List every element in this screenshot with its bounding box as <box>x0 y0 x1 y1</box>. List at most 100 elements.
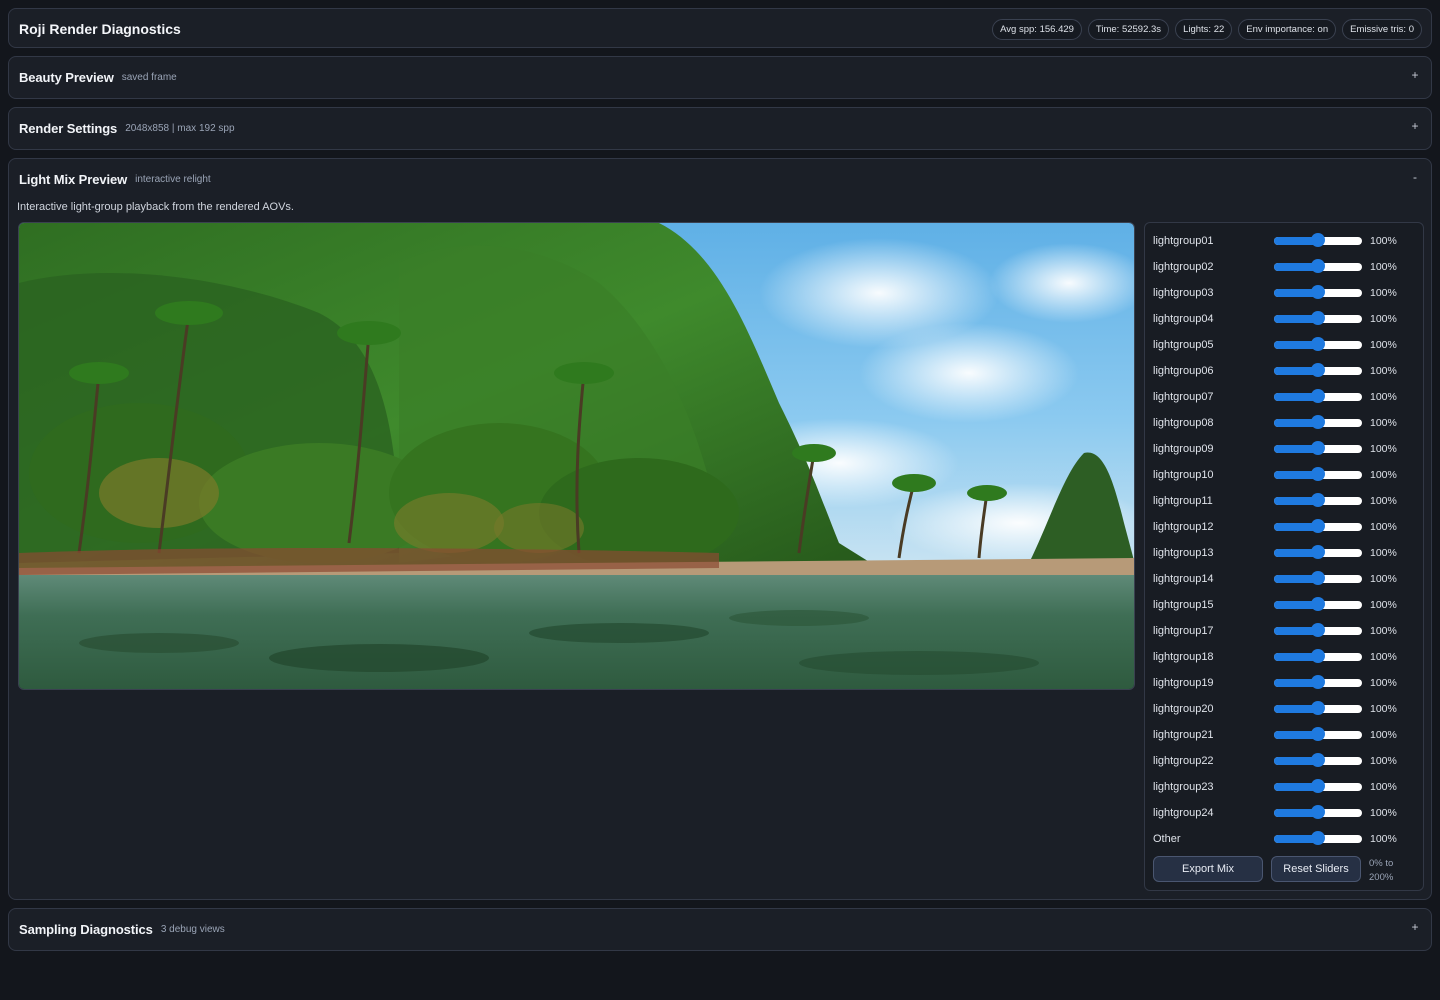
light-group-label: lightgroup05 <box>1153 339 1214 351</box>
light-group-row: lightgroup21 100% <box>1153 726 1415 744</box>
light-group-label: lightgroup13 <box>1153 547 1214 559</box>
light-group-row: lightgroup08 100% <box>1153 414 1415 432</box>
light-group-slider[interactable] <box>1274 415 1362 429</box>
render-settings-panel: Render Settings 2048x858 | max 192 spp + <box>8 107 1432 150</box>
light-group-value: 100% <box>1370 599 1397 611</box>
light-group-value: 100% <box>1370 677 1397 689</box>
light-group-slider[interactable] <box>1274 519 1362 533</box>
light-mix-description: Interactive light-group playback from th… <box>17 201 294 213</box>
light-group-value: 100% <box>1370 313 1397 325</box>
light-group-slider[interactable] <box>1274 727 1362 741</box>
light-group-row: lightgroup20 100% <box>1153 700 1415 718</box>
light-group-slider[interactable] <box>1274 805 1362 819</box>
light-group-row: lightgroup06 100% <box>1153 362 1415 380</box>
light-group-row: lightgroup19 100% <box>1153 674 1415 692</box>
slider-handle[interactable] <box>1311 597 1325 611</box>
slider-handle[interactable] <box>1311 467 1325 481</box>
light-group-slider[interactable] <box>1274 545 1362 559</box>
slider-handle[interactable] <box>1311 831 1325 845</box>
light-group-value: 100% <box>1370 469 1397 481</box>
light-group-slider[interactable] <box>1274 467 1362 481</box>
light-group-slider[interactable] <box>1274 571 1362 585</box>
beauty-preview-header[interactable]: Beauty Preview saved frame + <box>9 57 1431 98</box>
render-settings-header[interactable]: Render Settings 2048x858 | max 192 spp + <box>9 108 1431 149</box>
lights-badge: Lights: 22 <box>1175 19 1233 40</box>
light-group-slider[interactable] <box>1274 701 1362 715</box>
slider-handle[interactable] <box>1311 389 1325 403</box>
light-group-slider[interactable] <box>1274 311 1362 325</box>
light-group-row: lightgroup10 100% <box>1153 466 1415 484</box>
slider-handle[interactable] <box>1311 493 1325 507</box>
slider-handle[interactable] <box>1311 675 1325 689</box>
expand-icon[interactable]: + <box>1409 920 1421 934</box>
app-title: Roji Render Diagnostics <box>19 21 181 37</box>
reset-sliders-button[interactable]: Reset Sliders <box>1271 856 1361 882</box>
light-group-row: lightgroup04 100% <box>1153 310 1415 328</box>
slider-handle[interactable] <box>1311 753 1325 767</box>
light-group-slider[interactable] <box>1274 597 1362 611</box>
light-group-slider[interactable] <box>1274 389 1362 403</box>
slider-handle[interactable] <box>1311 649 1325 663</box>
light-group-label: lightgroup01 <box>1153 235 1214 247</box>
light-group-value: 100% <box>1370 521 1397 533</box>
light-group-label: lightgroup17 <box>1153 625 1214 637</box>
light-group-label: lightgroup06 <box>1153 365 1214 377</box>
emissive-tris-badge: Emissive tris: 0 <box>1342 19 1422 40</box>
light-group-slider[interactable] <box>1274 441 1362 455</box>
time-badge: Time: 52592.3s <box>1087 19 1170 40</box>
light-group-slider[interactable] <box>1274 285 1362 299</box>
light-group-slider[interactable] <box>1274 675 1362 689</box>
expand-icon[interactable]: + <box>1409 119 1421 133</box>
light-group-slider[interactable] <box>1274 493 1362 507</box>
light-group-label: lightgroup21 <box>1153 729 1214 741</box>
slider-handle[interactable] <box>1311 259 1325 273</box>
light-group-value: 100% <box>1370 703 1397 715</box>
light-group-row: lightgroup22 100% <box>1153 752 1415 770</box>
slider-handle[interactable] <box>1311 441 1325 455</box>
slider-handle[interactable] <box>1311 571 1325 585</box>
slider-handle[interactable] <box>1311 285 1325 299</box>
export-mix-button[interactable]: Export Mix <box>1153 856 1263 882</box>
light-group-row: Other 100% <box>1153 830 1415 848</box>
light-mix-subtitle: interactive relight <box>135 173 211 185</box>
slider-handle[interactable] <box>1311 337 1325 351</box>
slider-handle[interactable] <box>1311 727 1325 741</box>
light-group-row: lightgroup15 100% <box>1153 596 1415 614</box>
avg-spp-badge: Avg spp: 156.429 <box>992 19 1082 40</box>
light-group-slider[interactable] <box>1274 363 1362 377</box>
slider-handle[interactable] <box>1311 233 1325 247</box>
collapse-icon[interactable]: - <box>1409 170 1421 184</box>
light-group-slider[interactable] <box>1274 233 1362 247</box>
slider-handle[interactable] <box>1311 363 1325 377</box>
light-group-slider[interactable] <box>1274 779 1362 793</box>
light-group-value: 100% <box>1370 807 1397 819</box>
light-group-slider[interactable] <box>1274 337 1362 351</box>
light-group-slider[interactable] <box>1274 831 1362 845</box>
sampling-diagnostics-header[interactable]: Sampling Diagnostics 3 debug views + <box>9 909 1431 950</box>
light-group-row: lightgroup11 100% <box>1153 492 1415 510</box>
light-group-slider[interactable] <box>1274 623 1362 637</box>
app-header: Roji Render Diagnostics Avg spp: 156.429… <box>8 8 1432 48</box>
slider-handle[interactable] <box>1311 519 1325 533</box>
expand-icon[interactable]: + <box>1409 68 1421 82</box>
slider-handle[interactable] <box>1311 311 1325 325</box>
light-group-value: 100% <box>1370 287 1397 299</box>
light-group-slider[interactable] <box>1274 649 1362 663</box>
light-group-slider[interactable] <box>1274 259 1362 273</box>
slider-handle[interactable] <box>1311 415 1325 429</box>
slider-handle[interactable] <box>1311 779 1325 793</box>
light-group-label: lightgroup12 <box>1153 521 1214 533</box>
slider-handle[interactable] <box>1311 623 1325 637</box>
light-group-value: 100% <box>1370 833 1397 845</box>
light-group-slider[interactable] <box>1274 753 1362 767</box>
light-group-label: lightgroup08 <box>1153 417 1214 429</box>
light-group-label: lightgroup23 <box>1153 781 1214 793</box>
light-group-label: lightgroup24 <box>1153 807 1214 819</box>
light-group-label: lightgroup15 <box>1153 599 1214 611</box>
light-mix-render-image <box>18 222 1135 690</box>
sampling-diagnostics-panel: Sampling Diagnostics 3 debug views + <box>8 908 1432 951</box>
slider-handle[interactable] <box>1311 805 1325 819</box>
light-mix-header[interactable]: Light Mix Preview interactive relight - <box>9 159 1431 199</box>
slider-handle[interactable] <box>1311 701 1325 715</box>
slider-handle[interactable] <box>1311 545 1325 559</box>
